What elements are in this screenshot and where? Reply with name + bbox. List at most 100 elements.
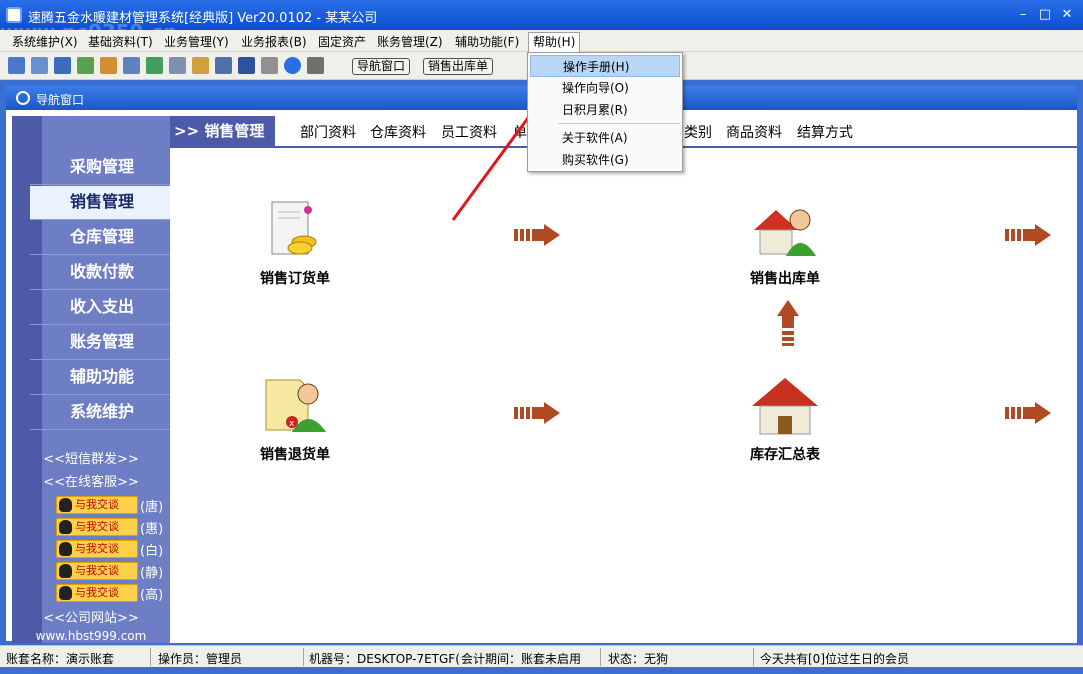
sidebar-item-aux[interactable]: 辅助功能 — [30, 361, 170, 395]
window-bottom-border — [0, 667, 1083, 674]
sidebar-item-accounts[interactable]: 账务管理 — [30, 326, 170, 360]
qq-contact-name: (唐) — [140, 500, 164, 515]
menu-aux[interactable]: 辅助功能(F) — [455, 33, 519, 50]
qq-penguin-icon — [59, 564, 72, 578]
minimize-button[interactable]: – — [1014, 6, 1032, 24]
sms-link[interactable]: <<短信群发>> — [12, 448, 170, 467]
sales-order-label: 销售订货单 — [260, 271, 330, 287]
qq-penguin-icon — [59, 542, 72, 556]
sales-order-node[interactable]: 销售订货单 — [240, 200, 350, 290]
qq-chat-button[interactable]: 与我交谈 — [56, 518, 138, 536]
status-bar: 账套名称：演示账套 操作员：管理员 机器号：DESKTOP-7ETGF( 会计期… — [0, 645, 1083, 667]
menu-reports[interactable]: 业务报表(B) — [241, 33, 307, 50]
website-url[interactable]: www.hbst999.com — [12, 629, 170, 643]
tab-sales-management[interactable]: >> 销售管理 — [170, 116, 275, 146]
qq-chat-button[interactable]: 与我交谈 — [56, 540, 138, 558]
sidebar-item-receipts[interactable]: 收款付款 — [30, 256, 170, 290]
order-document-icon — [271, 201, 317, 255]
help-dropdown-menu: 操作手册(H) 操作向导(O) 日积月累(R) 关于软件(A) 购买软件(G) — [527, 52, 683, 172]
nav-window-title: 导航窗口 — [36, 93, 85, 107]
arrow-right-icon — [514, 402, 560, 424]
qq-penguin-icon — [59, 498, 72, 512]
maximize-button[interactable]: □ — [1036, 6, 1054, 24]
tab-link-settlement[interactable]: 结算方式 — [797, 122, 853, 142]
qq-penguin-icon — [59, 586, 72, 600]
users-icon[interactable] — [146, 57, 163, 74]
flow-area: 销售订货单 销售出库单 x 销售退货单 库存汇总表 — [170, 150, 1077, 643]
menu-item-about[interactable]: 关于软件(A) — [530, 127, 680, 149]
qq-chat-label: 与我交谈 — [75, 520, 119, 533]
sidebar-item-warehouse[interactable]: 仓库管理 — [30, 221, 170, 255]
menu-fixed-assets[interactable]: 固定资产 — [318, 33, 366, 50]
window-icon[interactable] — [54, 57, 71, 74]
sidebar: 采购管理 销售管理 仓库管理 收款付款 收入支出 账务管理 辅助功能 系统维护 … — [12, 116, 170, 643]
list-icon[interactable] — [31, 57, 48, 74]
qq-chat-button[interactable]: 与我交谈 — [56, 496, 138, 514]
stock-summary-node[interactable]: 库存汇总表 — [730, 376, 840, 466]
menu-item-tips[interactable]: 日积月累(R) — [530, 99, 680, 121]
refresh-icon[interactable] — [77, 57, 94, 74]
stock-summary-label: 库存汇总表 — [750, 447, 820, 463]
arrow-right-icon — [1005, 402, 1051, 424]
menu-accounts[interactable]: 账务管理(Z) — [377, 33, 443, 50]
menu-item-buy[interactable]: 购买软件(G) — [530, 149, 680, 171]
menu-system[interactable]: 系统维护(X) — [12, 33, 78, 50]
qq-contact-name: (静) — [140, 566, 164, 581]
tab-link-categories[interactable]: 类别 — [684, 122, 712, 142]
monitor-icon[interactable] — [215, 57, 232, 74]
tools-icon[interactable] — [100, 57, 117, 74]
svg-text:x: x — [289, 419, 295, 429]
sales-return-label: 销售退货单 — [260, 447, 330, 463]
menu-bar: 系统维护(X) 基础资料(T) 业务管理(Y) 业务报表(B) 固定资产 账务管… — [0, 30, 1083, 52]
menu-basic-data[interactable]: 基础资料(T) — [88, 33, 153, 50]
sidebar-item-system[interactable]: 系统维护 — [30, 396, 170, 430]
printer-icon[interactable] — [261, 57, 278, 74]
grid-icon[interactable] — [8, 57, 25, 74]
return-document-icon: x — [265, 379, 326, 432]
print-preview-icon[interactable] — [169, 57, 186, 74]
online-service-link[interactable]: <<在线客服>> — [12, 471, 170, 490]
sales-out-node[interactable]: 销售出库单 — [730, 200, 840, 290]
qq-chat-button[interactable]: 与我交谈 — [56, 562, 138, 580]
sales-return-node[interactable]: x 销售退货单 — [240, 376, 350, 466]
nav-window-button[interactable]: 导航窗口 — [352, 58, 411, 75]
qq-contact-name: (惠) — [140, 522, 164, 537]
menu-item-wizard[interactable]: 操作向导(O) — [530, 77, 680, 99]
arrow-right-icon — [514, 224, 560, 246]
sales-out-label: 销售出库单 — [750, 271, 820, 287]
sidebar-item-income[interactable]: 收入支出 — [30, 291, 170, 325]
tab-link-warehouses[interactable]: 仓库资料 — [370, 122, 426, 142]
house-icon — [752, 378, 818, 435]
help-icon[interactable] — [284, 57, 301, 74]
sidebar-item-purchase[interactable]: 采购管理 — [30, 151, 170, 185]
company-website-link[interactable]: <<公司网站>> — [12, 607, 170, 626]
menu-help[interactable]: 帮助(H) — [528, 32, 581, 52]
arrow-right-icon — [1005, 224, 1051, 246]
save-icon[interactable] — [238, 57, 255, 74]
compose-icon[interactable] — [123, 57, 140, 74]
qq-chat-button[interactable]: 与我交谈 — [56, 584, 138, 602]
menu-separator — [558, 123, 680, 124]
status-operator: 操作员：管理员 — [158, 652, 243, 666]
status-machine: 机器号：DESKTOP-7ETGF( — [309, 652, 460, 666]
qq-chat-label: 与我交谈 — [75, 586, 119, 599]
tab-link-products[interactable]: 商品资料 — [726, 122, 782, 142]
status-birthday: 今天共有[0]位过生日的会员 — [760, 652, 909, 666]
exit-icon[interactable] — [307, 57, 324, 74]
status-account: 账套名称：演示账套 — [6, 652, 115, 666]
status-separator — [150, 648, 151, 666]
status-separator — [303, 648, 304, 666]
status-separator — [753, 648, 754, 666]
folder-icon[interactable] — [192, 57, 209, 74]
qq-penguin-icon — [59, 520, 72, 534]
status-separator — [600, 648, 601, 666]
menu-business[interactable]: 业务管理(Y) — [164, 33, 229, 50]
qq-chat-label: 与我交谈 — [75, 498, 119, 511]
sidebar-item-sales[interactable]: 销售管理 — [30, 186, 170, 220]
nav-window-icon — [16, 91, 30, 105]
qq-chat-label: 与我交谈 — [75, 564, 119, 577]
close-button[interactable]: ✕ — [1058, 6, 1076, 24]
qq-contact-name: (白) — [140, 544, 164, 559]
menu-item-manual[interactable]: 操作手册(H) — [530, 55, 680, 77]
tab-link-departments[interactable]: 部门资料 — [300, 122, 356, 142]
